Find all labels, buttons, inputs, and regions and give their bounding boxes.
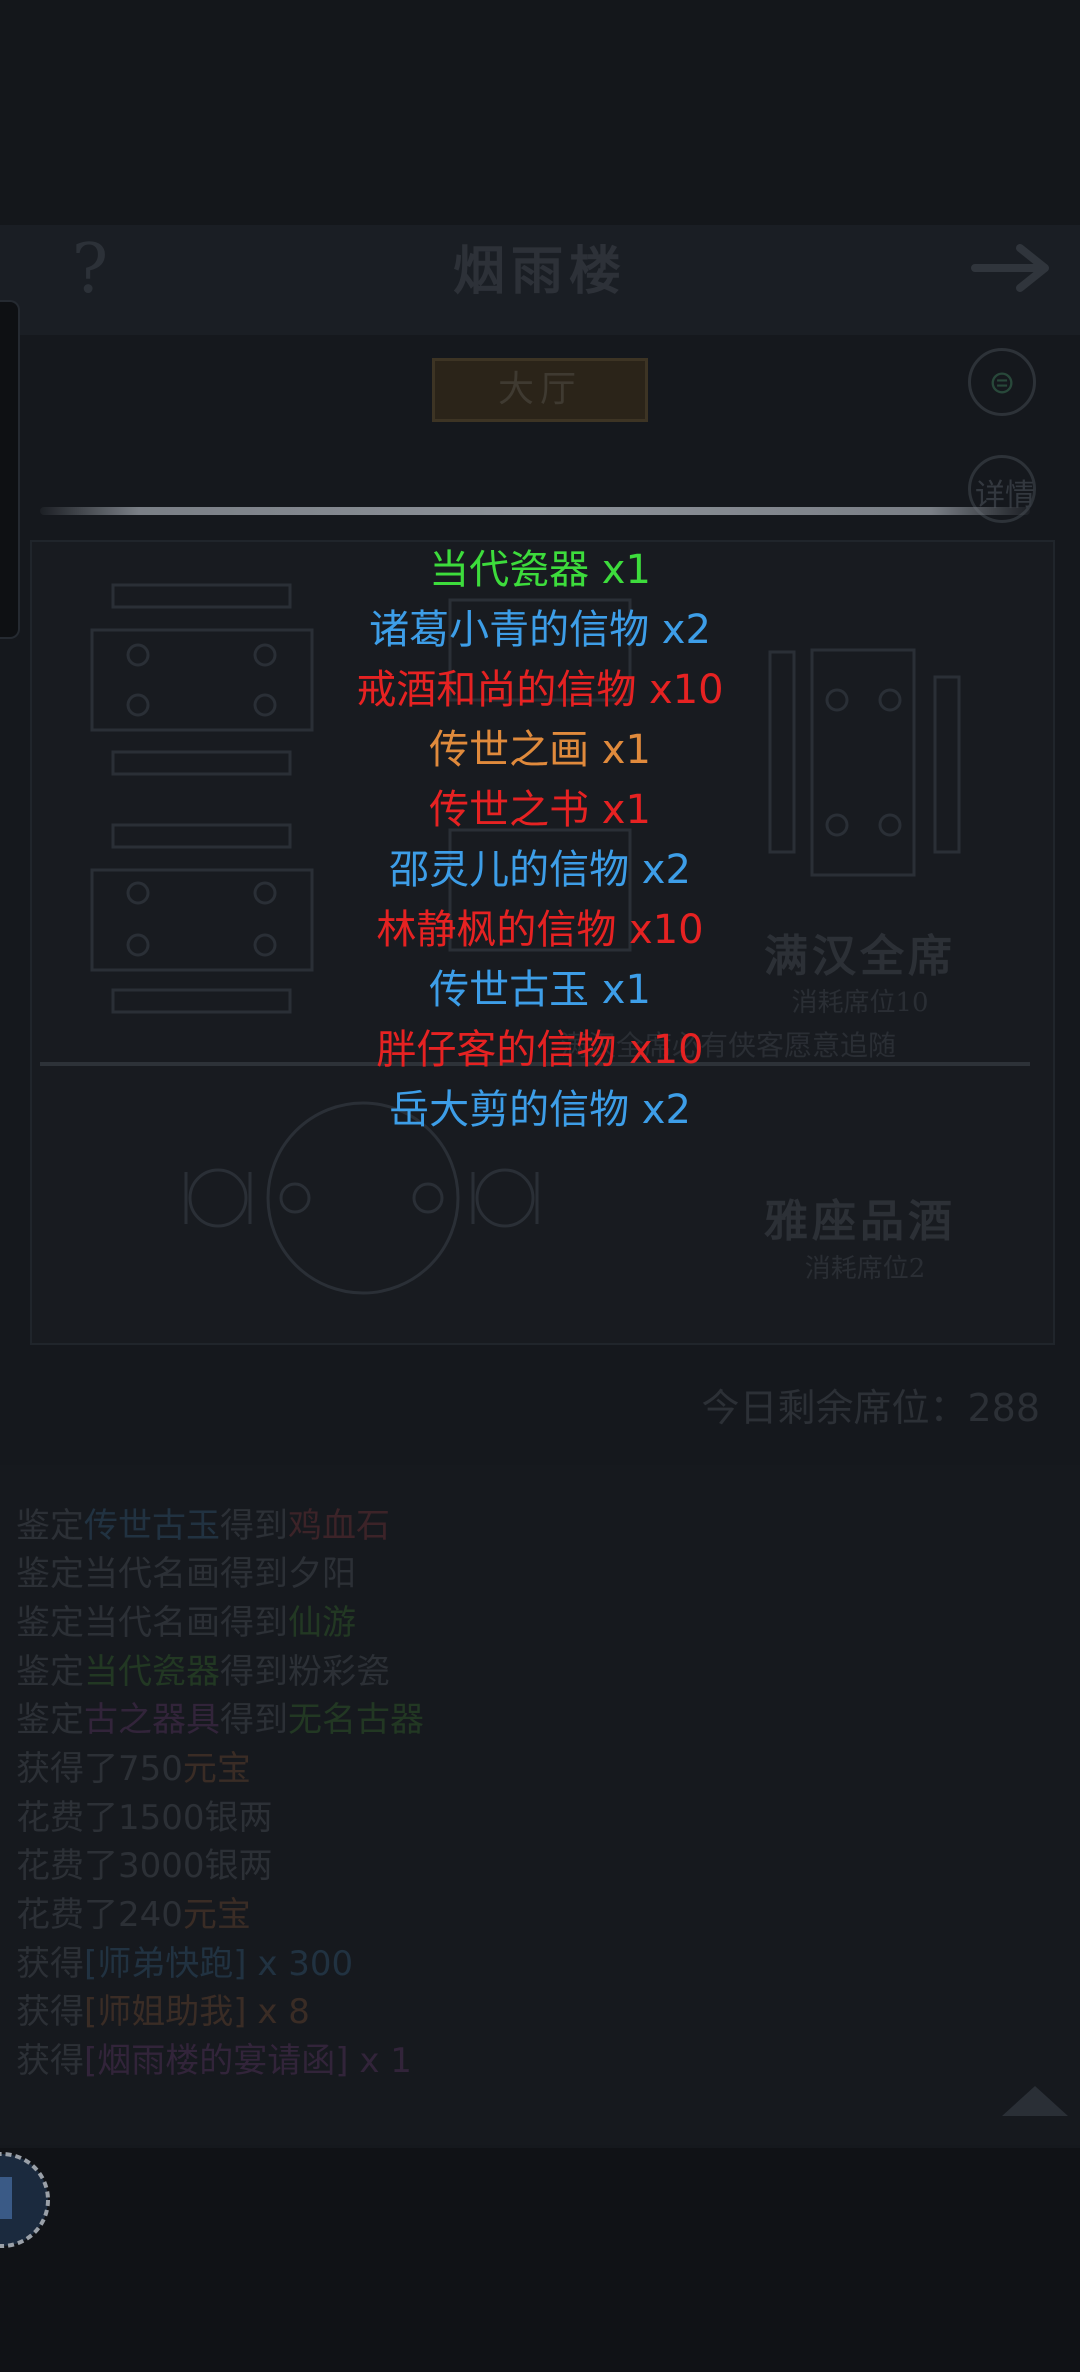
reward-qty: x1 [589,547,651,593]
reward-qty: x1 [589,727,651,773]
reward-item: 诸葛小青的信物 x2 [0,600,1080,660]
log-qty: x 300 [246,1944,354,1984]
log-text: 花费了240 [16,1895,183,1935]
reward-item: 传世之书 x1 [0,780,1080,840]
log-text: 得到粉彩瓷 [220,1652,390,1692]
log-text: 获得 [16,1992,84,2032]
remaining-seats-value: 288 [967,1386,1040,1430]
wine-cost: 消耗席位2 [804,1254,926,1284]
log-item: 古之器具 [84,1700,220,1740]
log-line: 花费了3000银两 [16,1843,916,1889]
log-item: 仙游 [288,1603,356,1643]
log-line: 获得[师弟快跑] x 300 [16,1941,916,1987]
reward-item: 岳大剪的信物 x2 [0,1080,1080,1140]
log-item: 鸡血石 [288,1506,390,1546]
log-text: 得到 [220,1700,288,1740]
wine-title[interactable]: 雅座品酒 [730,1185,990,1247]
reward-name: 传世之书 [429,787,590,833]
avatar-icon[interactable] [0,2145,54,2255]
log-line: 花费了240元宝 [16,1892,916,1938]
reward-qty: x2 [649,607,711,653]
status-area [0,0,1080,225]
reward-list: 当代瓷器 x1 诸葛小青的信物 x2 戒酒和尚的信物 x10 传世之画 x1 传世之书 … [0,540,1080,1140]
page-title: 烟雨楼 [452,241,627,302]
reward-qty: x2 [629,847,691,893]
reward-name: 诸葛小青的信物 [369,607,650,653]
log-line: 获得[师姐助我] x 8 [16,1989,916,2035]
log-line: 鉴定古之器具得到无名古器 [16,1697,916,1743]
log-qty: x 8 [246,1992,310,2032]
log-item: 无名古器 [288,1700,424,1740]
log-text: 鉴定 [16,1506,84,1546]
log-text: 花费了1500银两 [16,1798,273,1838]
reward-name: 胖仔客的信物 [376,1027,617,1073]
log-line: 鉴定当代名画得到仙游 [16,1600,916,1646]
divider [40,507,1030,515]
bottom-bar [0,2148,1080,2372]
reward-item: 邵灵儿的信物 x2 [0,840,1080,900]
log-line: 鉴定当代瓷器得到粉彩瓷 [16,1649,916,1695]
log-item: 当代瓷器 [84,1652,220,1692]
help-icon[interactable]: ? [60,230,120,310]
reward-name: 戒酒和尚的信物 [356,667,637,713]
collapse-up-icon[interactable] [1000,2080,1070,2120]
log-text: 花费了3000银两 [16,1846,273,1886]
arrow-right-icon[interactable] [970,238,1060,298]
tab-lobby[interactable]: 大厅 [432,358,648,422]
reward-qty: x10 [616,907,704,953]
reward-item: 林静枫的信物 x10 [0,900,1080,960]
reward-qty: x10 [636,667,724,713]
reward-name: 岳大剪的信物 [389,1087,630,1133]
reward-name: 当代瓷器 [429,547,590,593]
log-text: 鉴定当代名画得到夕阳 [16,1554,356,1594]
message-log[interactable]: 鉴定传世古玉得到鸡血石 鉴定当代名画得到夕阳 鉴定当代名画得到仙游 鉴定当代瓷器… [0,1465,1080,2145]
log-text: 鉴定当代名画得到 [16,1603,288,1643]
log-item: [师姐助我] [84,1992,247,2032]
log-line: 花费了1500银两 [16,1795,916,1841]
log-item: 传世古玉 [84,1506,220,1546]
reward-item: 戒酒和尚的信物 x10 [0,660,1080,720]
remaining-seats: 今日剩余席位：288 [640,1380,1040,1436]
log-line: 鉴定传世古玉得到鸡血石 [16,1503,916,1549]
log-item: [师弟快跑] [84,1944,247,1984]
reward-item: 胖仔客的信物 x10 [0,1020,1080,1080]
reward-name: 传世之画 [429,727,590,773]
reward-item: 传世之画 x1 [0,720,1080,780]
reward-item: 当代瓷器 x1 [0,540,1080,600]
log-qty: x 1 [348,2041,412,2081]
reward-qty: x10 [616,1027,704,1073]
reward-item: 传世古玉 x1 [0,960,1080,1020]
log-item: 元宝 [182,1895,251,1935]
log-item: 元宝 [182,1749,251,1789]
reward-name: 林静枫的信物 [376,907,617,953]
log-line: 鉴定当代名画得到夕阳 [16,1551,916,1597]
reward-name: 邵灵儿的信物 [389,847,630,893]
log-item: [烟雨楼的宴请函] [84,2041,349,2081]
log-text: 获得了750 [16,1749,183,1789]
reward-qty: x1 [589,967,651,1013]
log-line: 获得了750元宝 [16,1746,916,1792]
remaining-seats-label: 今日剩余席位： [701,1386,968,1430]
log-text: 获得 [16,2041,84,2081]
reward-qty: x1 [589,787,651,833]
reward-name: 传世古玉 [429,967,590,1013]
log-text: 得到 [220,1506,288,1546]
log-line: 获得[烟雨楼的宴请函] x 1 [16,2038,916,2084]
log-text: 鉴定 [16,1700,84,1740]
coin-icon[interactable]: ⊜ [968,348,1036,416]
log-text: 鉴定 [16,1652,84,1692]
log-text: 获得 [16,1944,84,1984]
reward-qty: x2 [629,1087,691,1133]
